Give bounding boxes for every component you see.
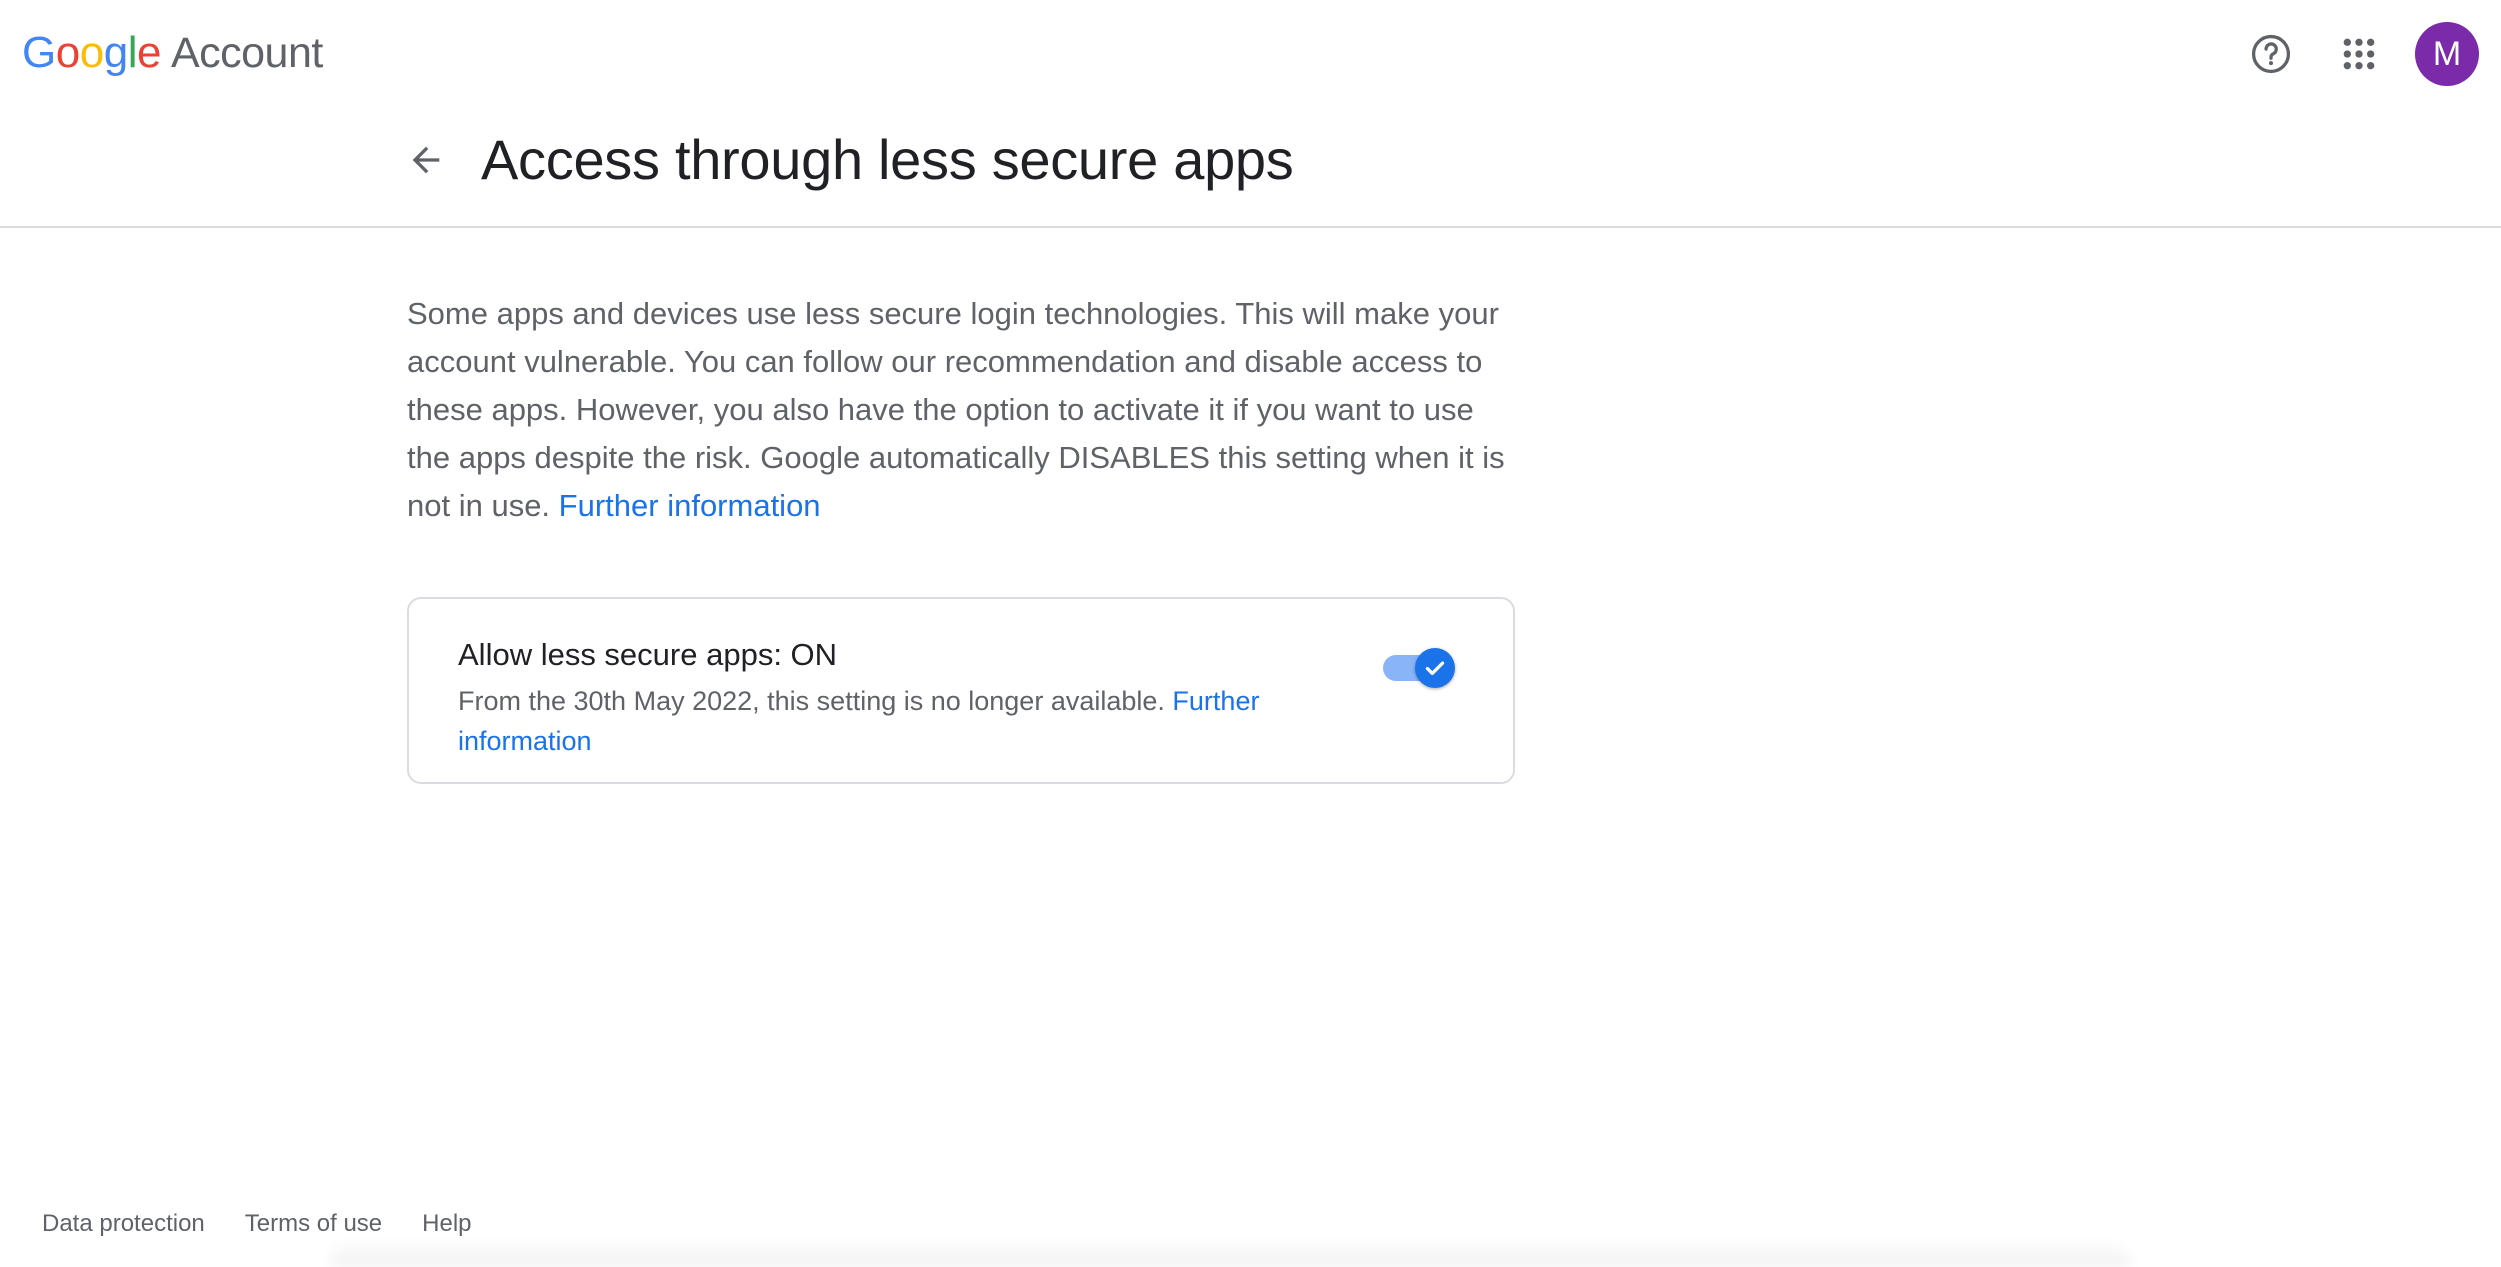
footer-link-terms-of-use[interactable]: Terms of use xyxy=(245,1210,382,1238)
google-account-logo[interactable]: Google Account xyxy=(22,24,323,82)
apps-button[interactable] xyxy=(2327,22,2391,86)
footer-link-data-protection[interactable]: Data protection xyxy=(42,1210,205,1238)
logo-letter: o xyxy=(55,28,80,77)
less-secure-apps-setting-card: Allow less secure apps: ON From the 30th… xyxy=(407,597,1515,784)
allow-less-secure-apps-toggle[interactable] xyxy=(1377,647,1455,689)
footer-shadow xyxy=(330,1240,2130,1267)
logo-letter: o xyxy=(79,28,104,77)
further-information-link[interactable]: Further information xyxy=(559,488,821,523)
help-circle-icon xyxy=(2251,34,2291,74)
top-actions: M xyxy=(2215,22,2479,86)
apps-grid-icon xyxy=(2343,38,2375,70)
google-wordmark: Google xyxy=(22,24,161,82)
back-button[interactable] xyxy=(398,132,454,188)
account-avatar[interactable]: M xyxy=(2415,22,2479,86)
product-name: Account xyxy=(170,29,323,77)
setting-description-text: From the 30th May 2022, this setting is … xyxy=(458,686,1165,716)
toggle-thumb xyxy=(1415,648,1455,688)
footer: Data protection Terms of use Help xyxy=(42,1210,512,1238)
check-icon xyxy=(1425,661,1445,676)
intro-paragraph: Some apps and devices use less secure lo… xyxy=(407,290,1515,530)
setting-title: Allow less secure apps: ON xyxy=(458,637,838,672)
logo-letter: g xyxy=(103,28,128,77)
logo-letter: G xyxy=(22,28,56,77)
help-button[interactable] xyxy=(2239,22,2303,86)
footer-link-help[interactable]: Help xyxy=(422,1210,471,1238)
arrow-back-icon xyxy=(412,146,440,174)
logo-letter: l xyxy=(127,28,138,77)
intro-section: Some apps and devices use less secure lo… xyxy=(407,290,1515,530)
page-title: Access through less secure apps xyxy=(481,128,1294,191)
setting-description: From the 30th May 2022, this setting is … xyxy=(458,681,1358,761)
top-app-bar: Google Account M xyxy=(0,0,2501,106)
logo-letter: e xyxy=(136,28,161,77)
page-header: Access through less secure apps xyxy=(0,106,2501,228)
